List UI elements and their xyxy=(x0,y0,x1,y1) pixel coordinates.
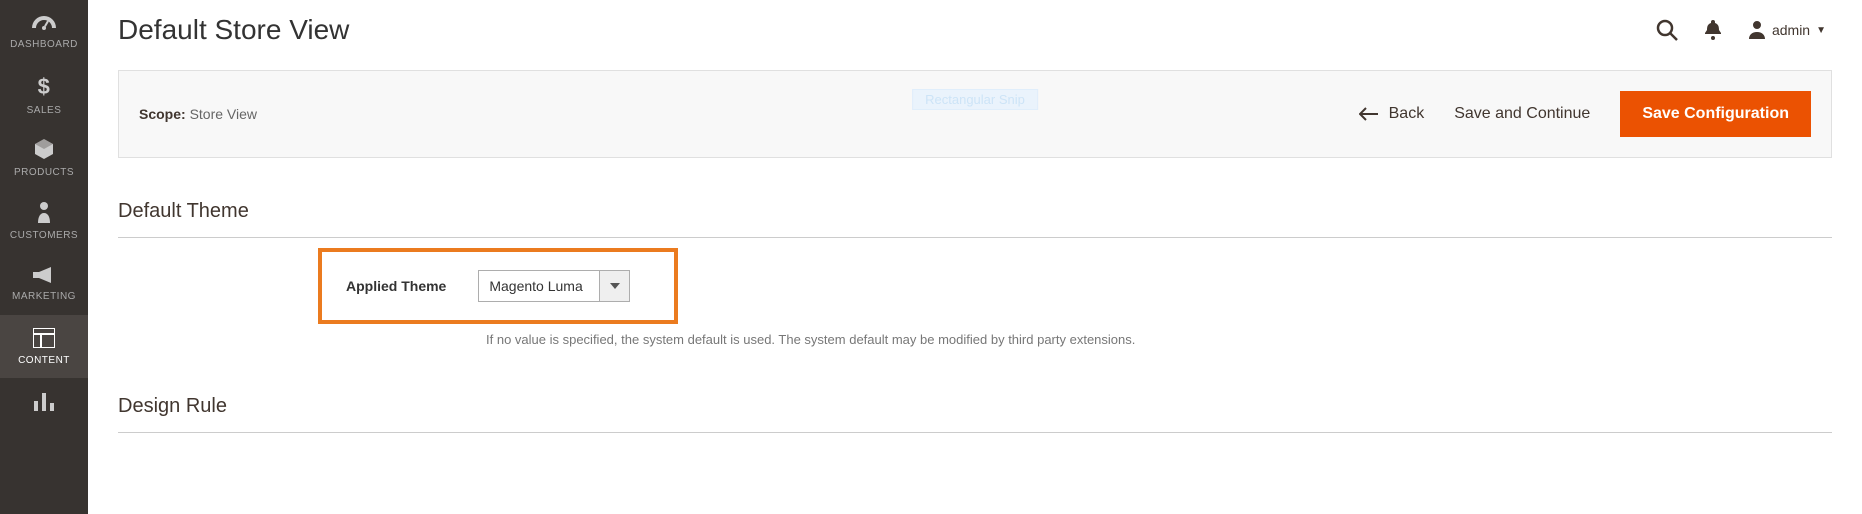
person-icon xyxy=(37,201,51,226)
chevron-down-icon: ▼ xyxy=(1816,25,1826,36)
arrow-left-icon xyxy=(1359,107,1379,121)
username: admin xyxy=(1772,22,1810,38)
scope-indicator: Scope: Store View xyxy=(139,106,257,122)
sidebar-item-label: MARKETING xyxy=(12,291,76,302)
user-icon xyxy=(1748,21,1766,39)
gauge-icon xyxy=(32,14,56,35)
sidebar-item-label: SALES xyxy=(27,105,62,116)
sidebar-item-customers[interactable]: CUSTOMERS xyxy=(0,189,88,252)
sidebar-item-marketing[interactable]: MARKETING xyxy=(0,252,88,315)
sidebar-item-label: CUSTOMERS xyxy=(10,230,78,241)
scope-value: Store View xyxy=(190,106,257,122)
page-title: Default Store View xyxy=(118,14,349,46)
applied-theme-highlight: Applied Theme Magento Luma xyxy=(318,248,678,324)
sidebar-item-sales[interactable]: $ SALES xyxy=(0,63,88,126)
sidebar-item-label: PRODUCTS xyxy=(14,167,74,178)
sidebar: DASHBOARD $ SALES PRODUCTS CUSTOMERS MAR… xyxy=(0,0,88,514)
chevron-down-icon xyxy=(610,283,620,289)
dollar-icon: $ xyxy=(36,74,52,101)
cube-icon xyxy=(33,138,55,163)
sidebar-item-dashboard[interactable]: DASHBOARD xyxy=(0,0,88,63)
main-content: Default Store View admin ▼ Scope: Store … xyxy=(88,0,1862,514)
megaphone-icon xyxy=(33,266,55,287)
save-continue-button[interactable]: Save and Continue xyxy=(1454,105,1590,123)
section-design-rule-title: Design Rule xyxy=(118,395,1832,433)
sidebar-item-label: DASHBOARD xyxy=(10,39,78,50)
user-menu[interactable]: admin ▼ xyxy=(1748,21,1826,39)
layout-icon xyxy=(33,328,55,351)
section-default-theme-title: Default Theme xyxy=(118,200,1832,238)
svg-text:$: $ xyxy=(38,74,51,98)
applied-theme-select[interactable]: Magento Luma xyxy=(478,270,630,302)
bell-icon[interactable] xyxy=(1704,20,1722,40)
back-label: Back xyxy=(1389,105,1425,123)
scope-label: Scope: xyxy=(139,106,186,122)
select-dropdown-button[interactable] xyxy=(599,271,629,301)
back-button[interactable]: Back xyxy=(1359,105,1425,123)
bars-icon xyxy=(34,393,54,414)
toolbar: Scope: Store View Rectangular Snip Back … xyxy=(118,70,1832,158)
sidebar-item-content[interactable]: CONTENT xyxy=(0,315,88,378)
applied-theme-label: Applied Theme xyxy=(346,278,446,294)
search-icon[interactable] xyxy=(1656,19,1678,41)
sidebar-item-reports[interactable] xyxy=(0,378,88,418)
applied-theme-value: Magento Luma xyxy=(479,271,599,301)
sidebar-item-label: CONTENT xyxy=(18,355,70,366)
sidebar-item-products[interactable]: PRODUCTS xyxy=(0,126,88,189)
snip-hint: Rectangular Snip xyxy=(912,89,1038,110)
save-configuration-button[interactable]: Save Configuration xyxy=(1620,91,1811,137)
applied-theme-note: If no value is specified, the system def… xyxy=(486,332,1832,347)
